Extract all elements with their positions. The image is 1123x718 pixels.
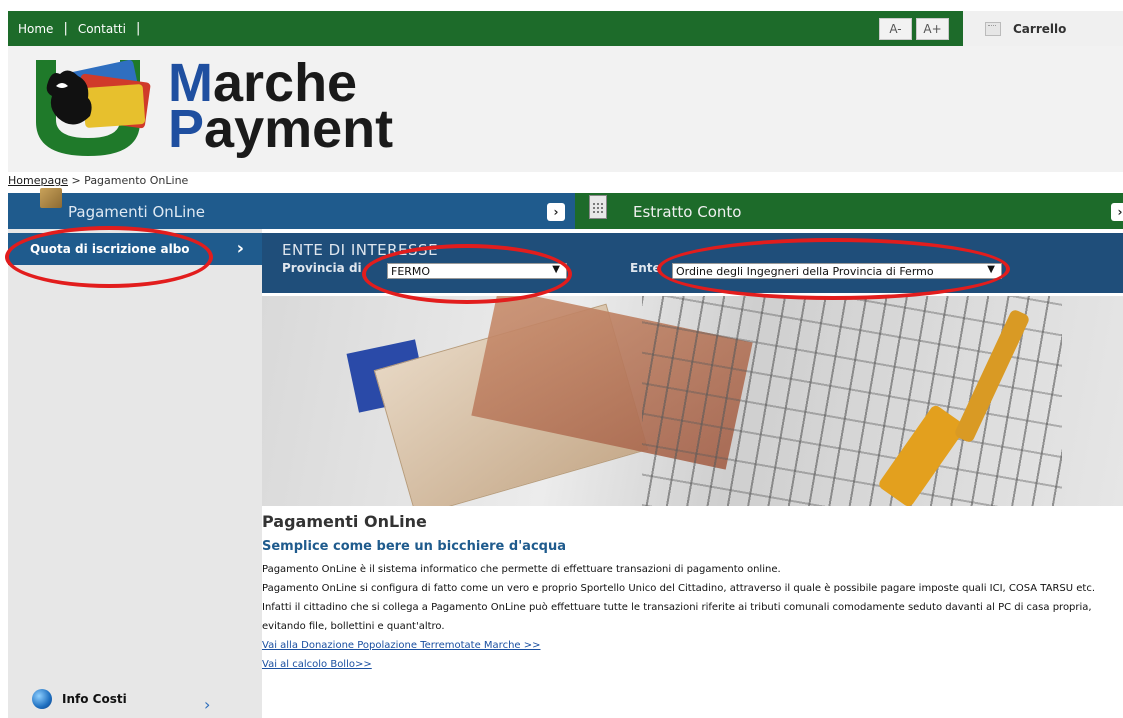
tab-estratto-conto[interactable]: Estratto Conto › xyxy=(575,193,1123,229)
nav-separator: | xyxy=(63,21,68,36)
home-link[interactable]: Home xyxy=(18,22,63,36)
globe-icon xyxy=(32,689,52,709)
chevron-right-icon: › xyxy=(236,238,244,259)
breadcrumb: Homepage > Pagamento OnLine xyxy=(8,174,188,187)
tab-pagamenti-label: Pagamenti OnLine xyxy=(68,203,206,221)
top-bar: Home | Contatti | A- A+ Carrello xyxy=(8,11,1123,46)
nav-separator: | xyxy=(135,21,141,36)
cart-button[interactable]: Carrello xyxy=(963,11,1123,46)
contatti-link[interactable]: Contatti xyxy=(78,22,136,36)
main-content: Pagamenti OnLine Semplice come bere un b… xyxy=(262,512,1123,674)
logo-text-payment: Payment xyxy=(168,99,394,159)
sidebar-item-info-costi[interactable]: Info Costi xyxy=(32,689,127,709)
content-title: Pagamenti OnLine xyxy=(262,512,427,531)
content-paragraph: Pagamento OnLine è il sistema informatic… xyxy=(262,564,781,575)
calculator-icon xyxy=(589,195,607,219)
calcolo-bollo-link[interactable]: Vai al calcolo Bollo>> xyxy=(262,655,1123,674)
provincia-label: Provincia di xyxy=(282,261,362,275)
content-subtitle: Semplice come bere un bicchiere d'acqua xyxy=(262,539,566,554)
left-sidebar: Quota di iscrizione albo › Info Costi › xyxy=(8,229,262,718)
section-tabs: Pagamenti OnLine › Estratto Conto › xyxy=(8,188,1123,229)
top-nav: Home | Contatti | xyxy=(8,21,150,36)
annotation-ellipse xyxy=(362,244,572,304)
logo-emblem-icon xyxy=(36,59,151,156)
content-paragraph: Pagamento OnLine si configura di fatto c… xyxy=(262,583,1096,594)
cart-icon xyxy=(985,21,1001,36)
info-costi-label: Info Costi xyxy=(62,692,127,706)
wallet-icon xyxy=(40,188,62,208)
content-paragraph: Infatti il cittadino che si collega a Pa… xyxy=(262,602,1092,632)
tab-pagamenti-arrow-button[interactable]: › xyxy=(547,203,565,221)
header: Marche Payment xyxy=(8,46,1123,172)
font-increase-button[interactable]: A+ xyxy=(916,17,949,40)
top-right-tools: A- A+ Carrello xyxy=(879,11,1123,46)
annotation-ellipse xyxy=(5,226,213,288)
donazione-link[interactable]: Vai alla Donazione Popolazione Terremota… xyxy=(262,636,1123,655)
font-decrease-button[interactable]: A- xyxy=(879,17,912,40)
chevron-right-icon: › xyxy=(204,695,211,714)
breadcrumb-current: > Pagamento OnLine xyxy=(67,174,189,187)
marche-payment-logo[interactable]: Marche Payment xyxy=(28,52,393,162)
annotation-ellipse xyxy=(657,238,1010,300)
tab-pagamenti-online[interactable]: Pagamenti OnLine › xyxy=(8,188,575,229)
shopping-cart-wire xyxy=(642,296,1062,506)
tab-estratto-label: Estratto Conto xyxy=(633,203,742,221)
breadcrumb-home-link[interactable]: Homepage xyxy=(8,174,68,187)
tab-estratto-arrow-button[interactable]: › xyxy=(1111,203,1123,221)
hero-image-cart-euros xyxy=(262,296,1123,506)
cart-label: Carrello xyxy=(1013,21,1067,36)
